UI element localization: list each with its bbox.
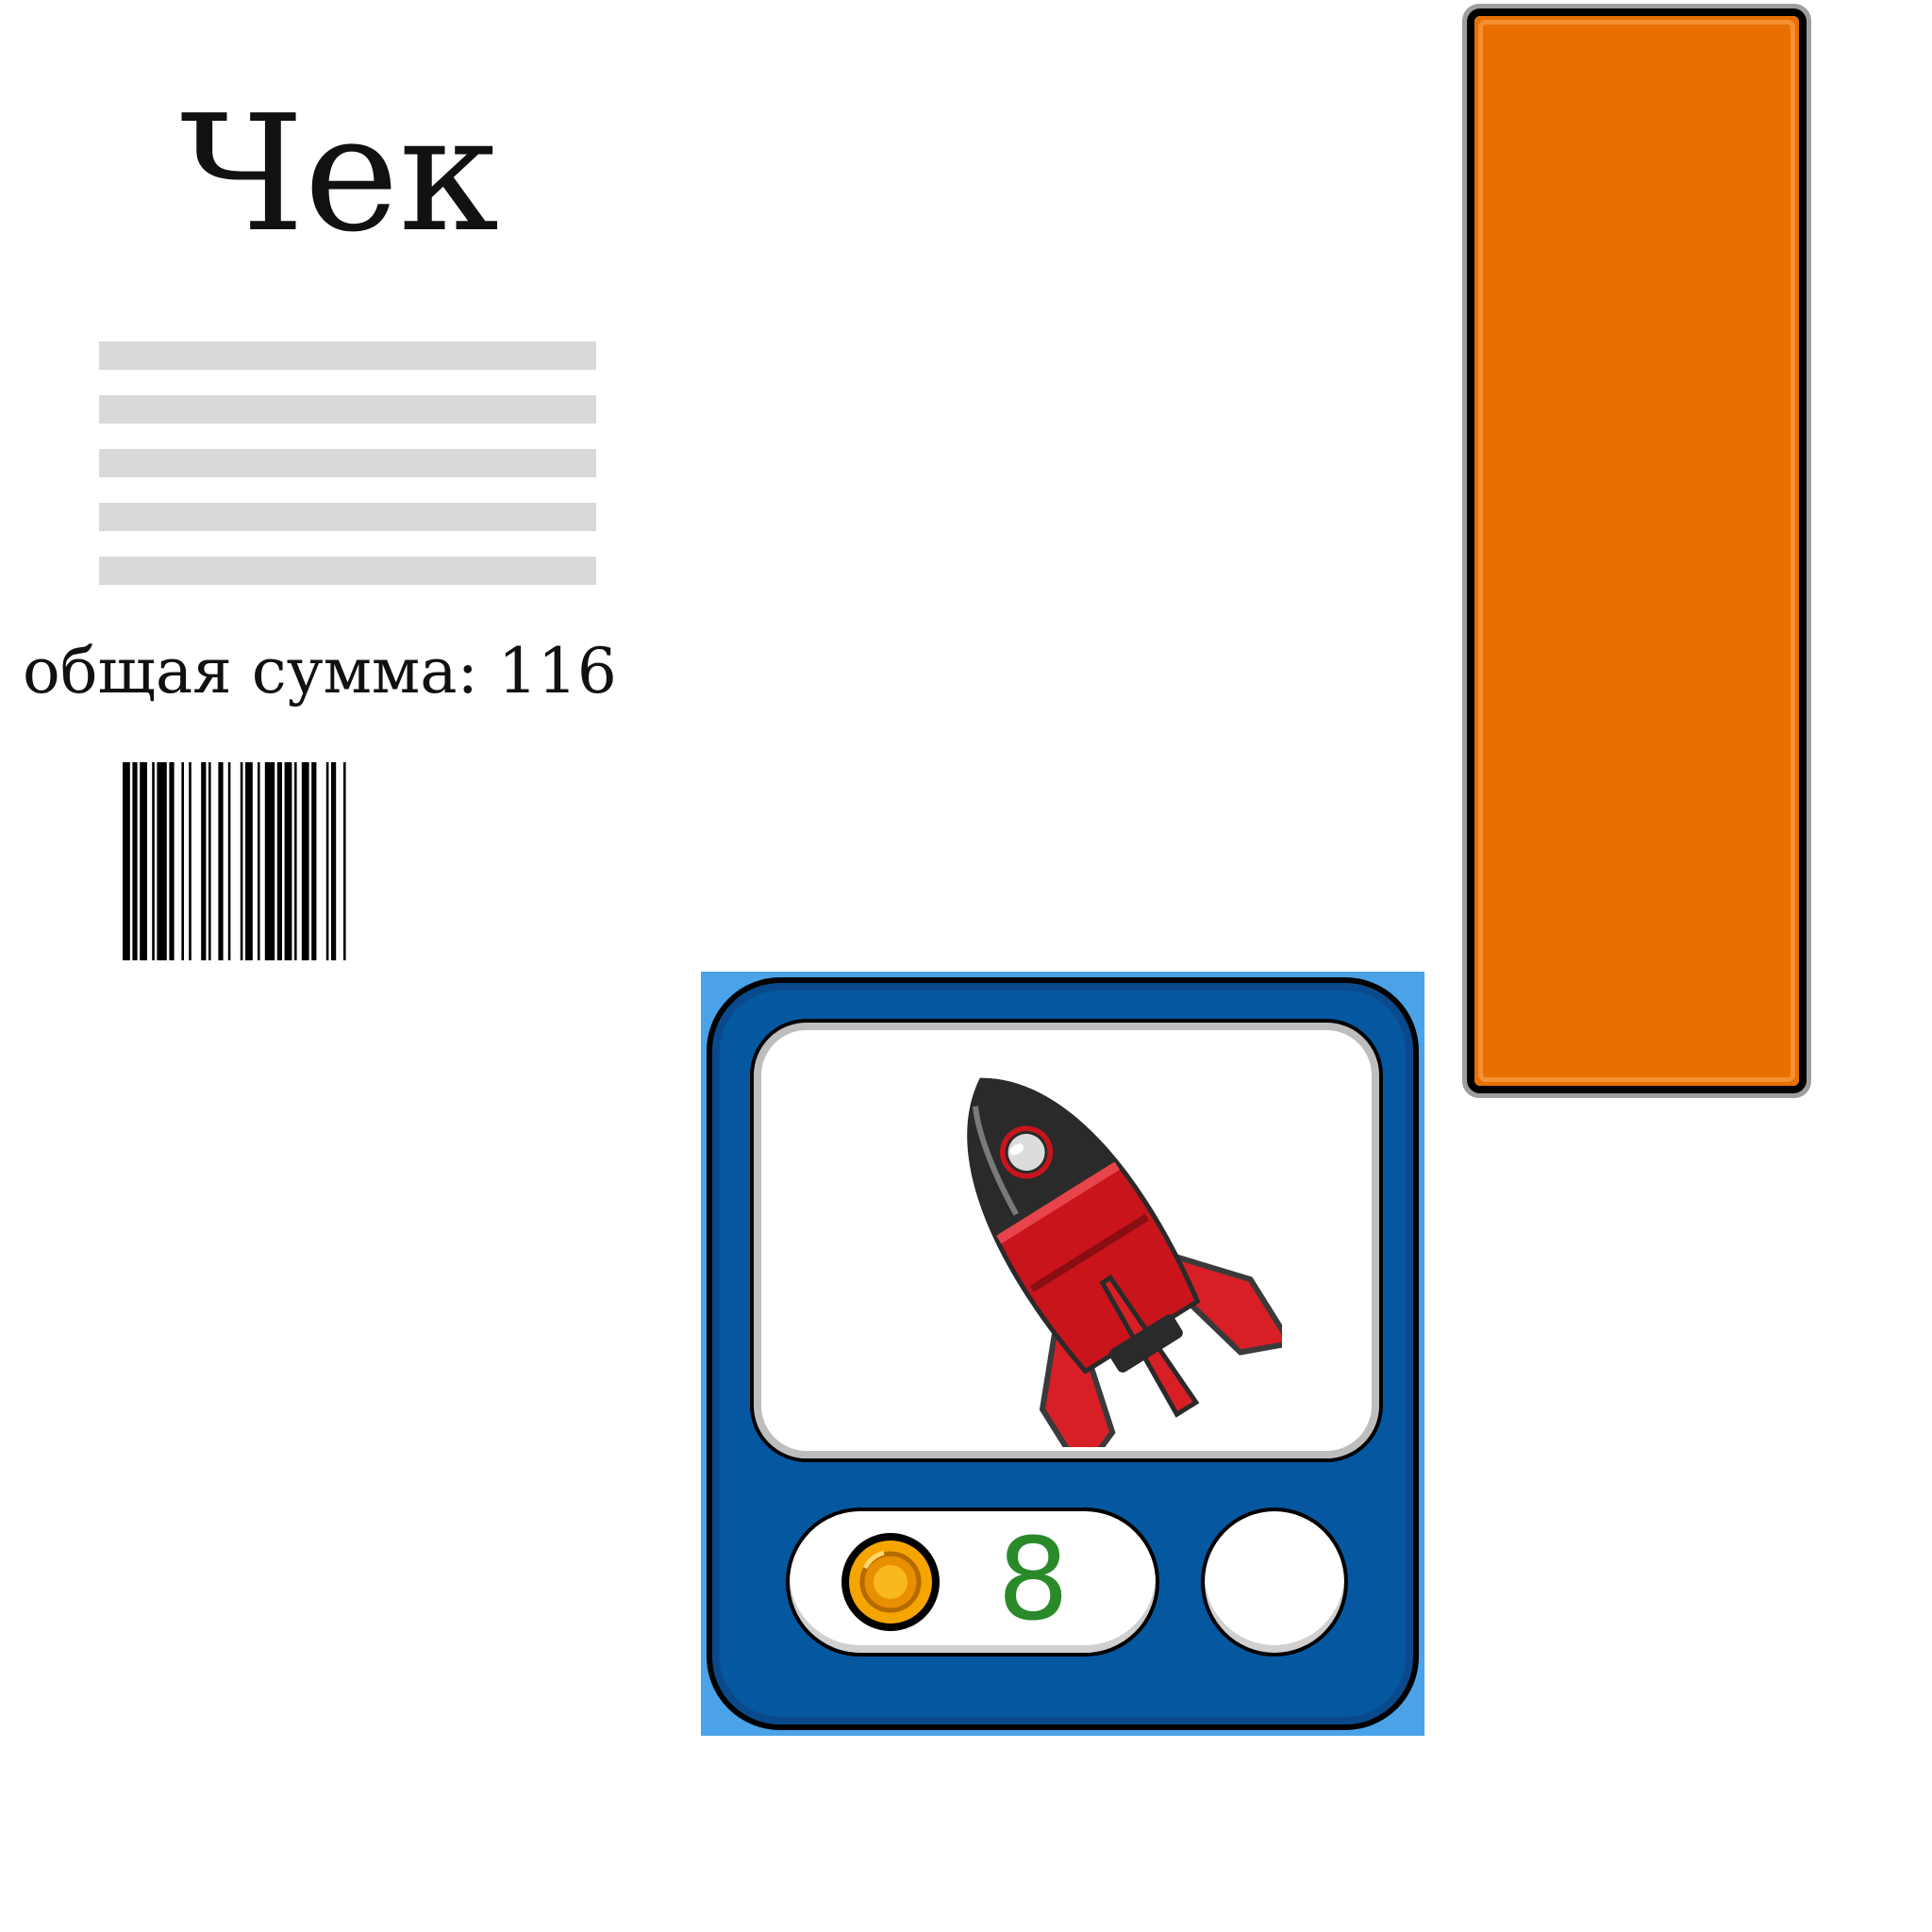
- barcode-bar: [208, 762, 211, 960]
- barcode-bar: [152, 762, 155, 960]
- barcode-bar: [276, 762, 282, 960]
- progress-bar: [1462, 4, 1811, 1098]
- barcode-bar: [189, 762, 192, 960]
- receipt-line: [99, 557, 596, 585]
- receipt-total: общая сумма: 116: [23, 635, 617, 708]
- progress-bar-track: [1467, 8, 1807, 1093]
- item-price: 8: [997, 1515, 1070, 1646]
- coin-icon: [841, 1533, 940, 1631]
- receipt-line: [99, 395, 596, 424]
- barcode-bar: [157, 762, 167, 960]
- barcode-bar: [284, 762, 292, 960]
- barcode-bar: [181, 762, 184, 960]
- shop-item-card-body: 8: [707, 977, 1419, 1730]
- price-tag: 8: [786, 1507, 1159, 1657]
- barcode-bar: [331, 762, 337, 960]
- receipt-title: Чек: [179, 81, 500, 268]
- barcode-bar: [227, 762, 231, 960]
- item-preview: [750, 1019, 1383, 1462]
- receipt: Чек общая сумма: 116: [0, 0, 679, 981]
- barcode-bar: [343, 762, 346, 960]
- barcode-bar: [140, 762, 147, 960]
- receipt-line: [99, 341, 596, 370]
- buy-button[interactable]: [1201, 1507, 1348, 1657]
- barcode-bar: [325, 762, 329, 960]
- progress-bar-fill: [1474, 16, 1799, 1086]
- barcode-bar: [264, 762, 275, 960]
- barcode-bar: [245, 762, 253, 960]
- barcode-bar: [201, 762, 207, 960]
- barcode-bar: [311, 762, 317, 960]
- rocket-icon: [967, 1077, 1282, 1447]
- barcode-icon: [123, 762, 346, 960]
- barcode-bar: [123, 762, 130, 960]
- receipt-lines: [99, 341, 596, 610]
- barcode-bar: [240, 762, 243, 960]
- barcode-bar: [294, 762, 297, 960]
- barcode-bar: [258, 762, 260, 960]
- barcode-bar: [218, 762, 224, 960]
- barcode-bar: [169, 762, 175, 960]
- barcode-bar: [132, 762, 138, 960]
- receipt-line: [99, 449, 596, 477]
- receipt-line: [99, 503, 596, 531]
- shop-item-card[interactable]: 8: [701, 972, 1424, 1736]
- barcode-bar: [301, 762, 309, 960]
